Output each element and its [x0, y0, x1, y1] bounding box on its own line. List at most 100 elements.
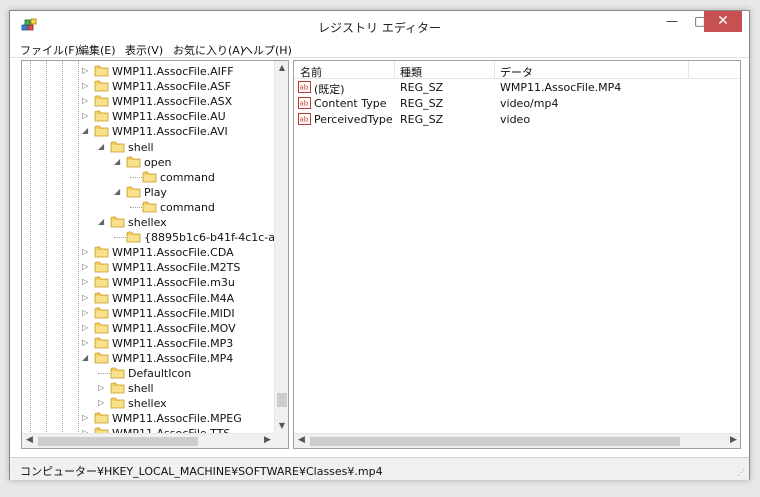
tree-node-label: DefaultIcon	[128, 367, 192, 380]
value-list-pane[interactable]: 名前 種類 データ ab (既定) REG_SZ WMP11.AssocFile…	[293, 60, 741, 449]
expand-arrow-icon[interactable]: ▷	[82, 67, 90, 75]
close-button[interactable]: ✕	[704, 11, 742, 32]
svg-text:ab: ab	[300, 116, 309, 124]
minimize-button[interactable]: —	[658, 11, 686, 32]
tree-node-label: WMP11.AssocFile.CDA	[112, 246, 234, 260]
menu-help[interactable]: ヘルプ(H)	[242, 42, 292, 58]
expand-arrow-icon[interactable]: ▷	[98, 384, 106, 392]
svg-text:ab: ab	[300, 84, 309, 92]
expand-arrow-icon[interactable]: ▷	[82, 82, 90, 90]
scroll-corner	[274, 433, 288, 448]
collapse-arrow-icon[interactable]: ◢	[82, 353, 90, 362]
collapse-arrow-icon[interactable]: ◢	[114, 187, 122, 196]
tree-node[interactable]: ◢ Play	[22, 185, 275, 200]
key-tree-pane[interactable]: ▷ WMP11.AssocFile.AIFF ▷ WMP11.AssocFile.AS…	[21, 60, 289, 449]
tree-node-label: shell	[128, 382, 154, 396]
expand-arrow-icon[interactable]: ▷	[82, 263, 90, 271]
collapse-arrow-icon[interactable]: ◢	[82, 127, 90, 135]
column-header-data[interactable]: データ	[500, 64, 533, 80]
scroll-left-arrow-icon[interactable]: ◀	[298, 435, 305, 445]
value-type: REG_SZ	[400, 81, 444, 94]
tree-scroll-thumb[interactable]	[277, 393, 287, 407]
tree-node[interactable]: ▷ WMP11.AssocFile.AIFF	[22, 64, 275, 79]
tree-node-label: WMP11.AssocFile.m3u	[112, 276, 235, 290]
expand-arrow-icon[interactable]: ▷	[82, 323, 90, 332]
expand-arrow-icon[interactable]: ▷	[82, 112, 90, 120]
expand-arrow-icon[interactable]: ▷	[82, 97, 90, 105]
menu-favorites[interactable]: お気に入り(A)	[173, 42, 244, 58]
tree-horizontal-scrollbar[interactable]: ◀ ▶	[22, 433, 275, 448]
tree-node[interactable]: ▷ WMP11.AssocFile.MPEG	[22, 411, 275, 426]
tree-node[interactable]: ◢ shellex	[22, 215, 275, 230]
tree-node-label: WMP11.AssocFile.MP4	[112, 351, 234, 365]
tree-node[interactable]: ▷ WMP11.AssocFile.MIDI	[22, 306, 275, 321]
value-data: video/mp4	[500, 97, 559, 110]
folder-icon	[94, 411, 109, 424]
list-hscroll-thumb[interactable]	[310, 437, 680, 446]
tree-node[interactable]: ◢ WMP11.AssocFile.AVI	[22, 124, 275, 139]
tree-node-label: WMP11.AssocFile.M4A	[112, 291, 235, 305]
folder-icon	[126, 230, 141, 243]
tree-node[interactable]: ◢ shell	[22, 140, 275, 155]
tree-node[interactable]: ▷ shellex	[22, 396, 275, 411]
tree-hscroll-thumb[interactable]	[38, 437, 198, 446]
scroll-right-arrow-icon[interactable]: ▶	[264, 435, 271, 445]
folder-icon	[94, 291, 109, 304]
scroll-up-arrow-icon[interactable]: ▲	[275, 63, 288, 72]
expand-arrow-icon[interactable]: ▷	[82, 308, 90, 317]
tree-node[interactable]: ▷ shell	[22, 381, 275, 396]
tree-node[interactable]: ▷ WMP11.AssocFile.M2TS	[22, 260, 275, 275]
expand-arrow-icon[interactable]: ▷	[82, 293, 90, 302]
tree-node[interactable]: ◢ WMP11.AssocFile.MP4	[22, 351, 275, 366]
tree-node[interactable]: ▷ WMP11.AssocFile.m3u	[22, 275, 275, 290]
string-value-icon: ab	[298, 97, 311, 109]
column-header-name[interactable]: 名前	[300, 64, 322, 80]
resize-grip-icon[interactable]: ⋰	[737, 468, 745, 477]
collapse-arrow-icon[interactable]: ◢	[114, 157, 122, 166]
tree-node[interactable]: ▷ WMP11.AssocFile.ASF	[22, 79, 275, 94]
scroll-left-arrow-icon[interactable]: ◀	[26, 435, 33, 445]
value-data: WMP11.AssocFile.MP4	[500, 81, 622, 94]
collapse-arrow-icon[interactable]: ◢	[98, 142, 106, 151]
expand-arrow-icon[interactable]: ▷	[82, 414, 90, 422]
tree-node[interactable]: command	[22, 170, 275, 185]
tree-node-label: {8895b1c6-b41f-4c1c-a5	[144, 231, 275, 245]
tree-vertical-scrollbar[interactable]: ▲ ▼	[274, 61, 288, 434]
scroll-down-arrow-icon[interactable]: ▼	[275, 421, 288, 430]
tree-node[interactable]: {8895b1c6-b41f-4c1c-a5	[22, 230, 275, 245]
folder-icon	[94, 124, 109, 137]
column-divider[interactable]	[394, 61, 395, 79]
tree-node[interactable]: ▷ WMP11.AssocFile.ASX	[22, 94, 275, 109]
tree-node[interactable]: ▷ WMP11.AssocFile.M4A	[22, 291, 275, 306]
column-header-type[interactable]: 種類	[400, 64, 422, 80]
tree-node[interactable]: ◢ open	[22, 155, 275, 170]
folder-icon	[94, 245, 109, 258]
folder-icon	[110, 396, 125, 409]
value-row[interactable]: ab PerceivedType REG_SZ video	[294, 112, 740, 128]
value-row[interactable]: ab (既定) REG_SZ WMP11.AssocFile.MP4	[294, 80, 740, 96]
value-type: REG_SZ	[400, 97, 444, 110]
title-bar[interactable]: レジストリ エディター — □ ✕	[10, 11, 749, 40]
tree-node[interactable]: ▷ WMP11.AssocFile.MOV	[22, 321, 275, 336]
tree-node[interactable]: ▷ WMP11.AssocFile.MP3	[22, 336, 275, 351]
column-divider[interactable]	[494, 61, 495, 79]
scroll-right-arrow-icon[interactable]: ▶	[730, 435, 737, 445]
list-header: 名前 種類 データ	[294, 61, 740, 79]
expand-arrow-icon[interactable]: ▷	[82, 278, 90, 286]
collapse-arrow-icon[interactable]: ◢	[98, 218, 106, 226]
list-horizontal-scrollbar[interactable]: ◀ ▶	[294, 433, 740, 448]
tree-node[interactable]: DefaultIcon	[22, 366, 275, 381]
menu-view[interactable]: 表示(V)	[125, 42, 163, 58]
expand-arrow-icon[interactable]: ▷	[98, 399, 106, 407]
expand-arrow-icon[interactable]: ▷	[82, 248, 90, 256]
expand-arrow-icon[interactable]: ▷	[82, 338, 90, 347]
menu-file[interactable]: ファイル(F)	[20, 42, 79, 58]
folder-icon	[94, 321, 109, 334]
tree-node[interactable]: ▷ WMP11.AssocFile.AU	[22, 109, 275, 124]
value-row[interactable]: ab Content Type REG_SZ video/mp4	[294, 96, 740, 112]
column-divider[interactable]	[688, 61, 689, 79]
tree-node[interactable]: ▷ WMP11.AssocFile.CDA	[22, 245, 275, 260]
tree-node-label: WMP11.AssocFile.AU	[112, 110, 226, 124]
tree-node[interactable]: command	[22, 200, 275, 215]
menu-edit[interactable]: 編集(E)	[78, 42, 116, 58]
